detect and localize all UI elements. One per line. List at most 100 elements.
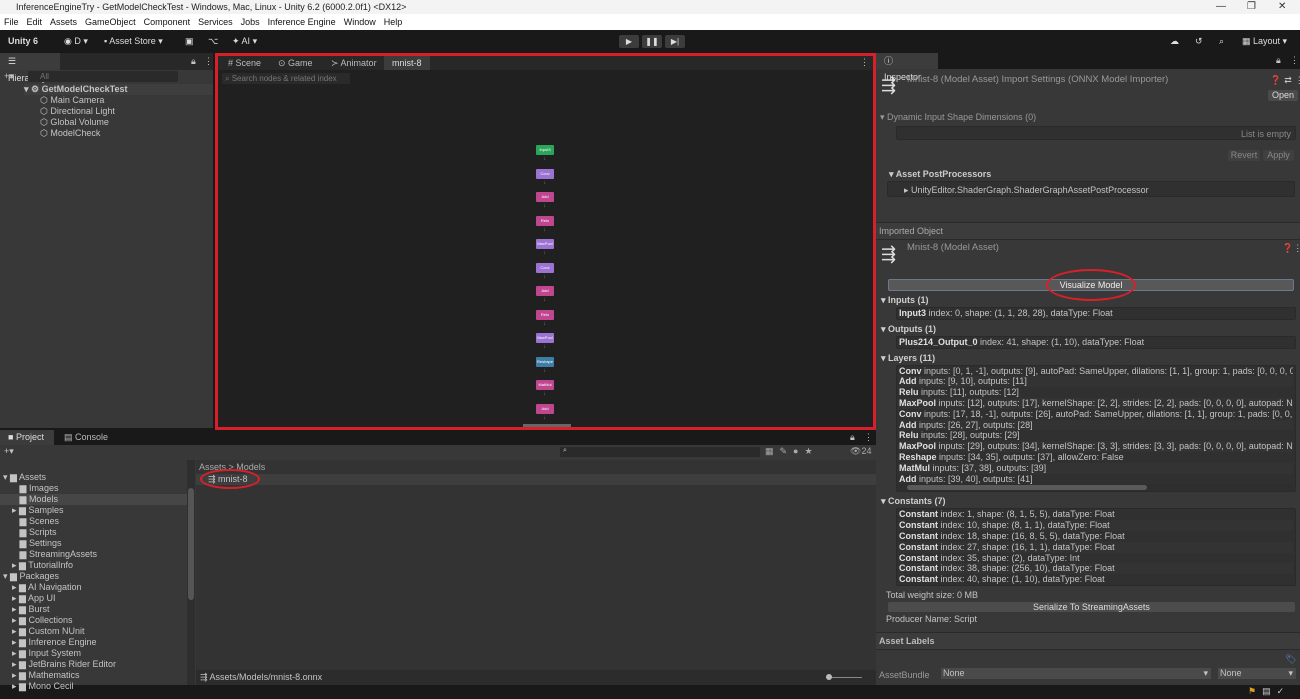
lock-icon[interactable]: 🔒︎ bbox=[850, 432, 855, 443]
tab-mnist-8[interactable]: mnist-8 bbox=[384, 56, 430, 70]
maximize-button[interactable]: ❐ bbox=[1247, 0, 1256, 14]
label-tag-icon[interactable]: 🏷︎ bbox=[1285, 654, 1296, 665]
folder-item[interactable]: ▸ ▆ App UI bbox=[0, 593, 187, 604]
zoom-slider[interactable] bbox=[826, 674, 862, 680]
project-filter-icons[interactable]: ▦✎●★ bbox=[765, 446, 819, 457]
input-foldout[interactable]: ▾ Inputs (1) bbox=[876, 293, 1300, 307]
apply-button[interactable]: Apply bbox=[1263, 150, 1294, 161]
more-icon[interactable]: ⋮ bbox=[860, 57, 869, 68]
expand-arrow[interactable]: ▸ bbox=[12, 560, 19, 570]
graph-node-maxpool[interactable]: MaxPool bbox=[536, 333, 554, 343]
foldout-arrow[interactable]: ▾ bbox=[881, 496, 888, 506]
cloud-icon[interactable]: ☁ bbox=[1170, 30, 1179, 52]
postprocessors-foldout[interactable]: ▾ Asset PostProcessors bbox=[889, 169, 991, 180]
assetbundle-dropdown[interactable]: None ▾ bbox=[941, 668, 1211, 679]
asset-store-dropdown[interactable]: ▪ Asset Store ▾ bbox=[104, 30, 163, 52]
history-icon[interactable]: ↺ bbox=[1195, 30, 1203, 52]
play-button[interactable]: ▶ bbox=[619, 35, 639, 48]
header-icons[interactable]: ❓⇄⋮ bbox=[1270, 75, 1300, 86]
more-icon[interactable]: ⋮ bbox=[204, 56, 213, 67]
expand-arrow[interactable]: ▸ bbox=[12, 681, 19, 691]
menu-item-inference-engine[interactable]: Inference Engine bbox=[268, 17, 336, 27]
expand-arrow[interactable] bbox=[12, 527, 20, 537]
project-search-input[interactable]: ⌕ bbox=[560, 447, 760, 457]
folder-item[interactable]: ▆ StreamingAssets bbox=[0, 549, 187, 560]
folder-item[interactable]: ▸ ▆ Input System bbox=[0, 648, 187, 659]
expand-arrow[interactable]: ▸ bbox=[12, 593, 19, 603]
more-icon[interactable]: ⋮ bbox=[1290, 55, 1299, 66]
close-button[interactable]: ✕ bbox=[1278, 0, 1286, 14]
expand-arrow[interactable]: ▸ bbox=[12, 670, 19, 680]
menu-item-gameobject[interactable]: GameObject bbox=[85, 17, 136, 27]
variant-dropdown[interactable]: None ▾ bbox=[1218, 668, 1296, 679]
menu-item-jobs[interactable]: Jobs bbox=[241, 17, 260, 27]
expand-arrow[interactable]: ▸ bbox=[12, 626, 19, 636]
output-foldout[interactable]: ▾ Outputs (1) bbox=[876, 322, 1300, 336]
status-icons[interactable]: ⚑▤✓ bbox=[1248, 686, 1290, 697]
graph-node-conv[interactable]: Conv bbox=[536, 168, 554, 179]
hierarchy-item[interactable]: ⬡ Main Camera bbox=[24, 95, 213, 106]
folder-item[interactable]: ▆ Scripts bbox=[0, 527, 187, 538]
foldout-arrow[interactable]: ▾ bbox=[881, 353, 888, 363]
menu-item-component[interactable]: Component bbox=[144, 17, 191, 27]
menu-item-edit[interactable]: Edit bbox=[27, 17, 43, 27]
tab-hierarchy[interactable]: ☰ Hierarchy bbox=[0, 53, 60, 83]
node-search-input[interactable]: ⌕ Search nodes & related index bbox=[222, 73, 350, 84]
dynamic-dims-foldout[interactable]: ▾ Dynamic Input Shape Dimensions (0) bbox=[880, 112, 1036, 123]
open-button[interactable]: Open bbox=[1268, 90, 1298, 101]
scene-item[interactable]: ▾ ⚙ GetModelCheckTest bbox=[24, 84, 213, 95]
step-button[interactable]: ▶| bbox=[665, 35, 685, 48]
hierarchy-item[interactable]: ⬡ ModelCheck bbox=[24, 128, 213, 139]
expand-arrow[interactable]: ▸ bbox=[12, 505, 19, 515]
graph-node-maxpool[interactable]: MaxPool bbox=[536, 239, 554, 249]
expand-arrow[interactable]: ▾ bbox=[3, 571, 10, 581]
expand-arrow[interactable] bbox=[12, 483, 20, 493]
revert-button[interactable]: Revert bbox=[1228, 150, 1260, 161]
folder-item[interactable]: ▸ ▆ Samples bbox=[0, 505, 187, 516]
layers-horizontal-scrollbar[interactable] bbox=[899, 484, 1293, 492]
folder-item[interactable]: ▸ ▆ Collections bbox=[0, 615, 187, 626]
expand-arrow[interactable]: ▸ bbox=[12, 659, 19, 669]
folder-item[interactable]: ▸ ▆ Inference Engine bbox=[0, 637, 187, 648]
folder-item[interactable]: ▸ ▆ AI Navigation bbox=[0, 582, 187, 593]
expand-arrow[interactable] bbox=[12, 538, 20, 548]
graph-node-relu[interactable]: Relu bbox=[536, 215, 554, 226]
graph-node-add[interactable]: Add bbox=[536, 403, 554, 414]
layout-dropdown[interactable]: ▦ Layout ▾ bbox=[1242, 30, 1287, 52]
lock-icon[interactable]: 🔒︎ bbox=[1276, 55, 1281, 66]
graph-node-conv[interactable]: Conv bbox=[536, 262, 554, 273]
tab-game[interactable]: ⊙ Game bbox=[270, 56, 321, 70]
pause-button[interactable]: ❚❚ bbox=[642, 35, 662, 48]
file-item-mnist-8[interactable]: ⇶ mnist-8 bbox=[196, 474, 876, 485]
graph-node-add[interactable]: Add bbox=[536, 286, 554, 296]
tab-animator[interactable]: ≻ Animator bbox=[323, 56, 385, 70]
expand-arrow[interactable]: ▸ bbox=[12, 637, 19, 647]
package-icon[interactable]: ▣ bbox=[185, 30, 194, 52]
menu-item-file[interactable]: File bbox=[4, 17, 19, 27]
folder-scrollbar[interactable] bbox=[187, 460, 195, 685]
menu-item-window[interactable]: Window bbox=[344, 17, 376, 27]
search-icon[interactable]: ⌕ bbox=[1219, 30, 1224, 52]
help-more-icons[interactable]: ❓⋮ bbox=[1282, 243, 1300, 254]
folder-item[interactable]: ▆ Settings bbox=[0, 538, 187, 549]
constant-foldout[interactable]: ▾ Constants (7) bbox=[876, 494, 1300, 508]
foldout-arrow[interactable]: ▾ bbox=[881, 295, 888, 305]
hierarchy-item[interactable]: ⬡ Directional Light bbox=[24, 106, 213, 117]
graph-node-input3[interactable]: Input3 bbox=[536, 145, 554, 155]
graph-node-reshape[interactable]: Reshape bbox=[536, 356, 554, 367]
expand-arrow[interactable]: ▸ bbox=[12, 604, 19, 614]
folder-item[interactable]: ▾ ▆ Packages bbox=[0, 571, 187, 582]
folder-item[interactable]: ▆ Images bbox=[0, 483, 187, 494]
graph-node-relu[interactable]: Relu bbox=[536, 309, 554, 320]
menu-item-services[interactable]: Services bbox=[198, 17, 233, 27]
folder-item[interactable]: ▾ ▆ Assets bbox=[0, 472, 187, 483]
lock-icon[interactable]: 🔒︎ bbox=[191, 56, 196, 67]
minimize-button[interactable]: — bbox=[1216, 0, 1226, 14]
folder-item[interactable]: ▸ ▆ Mono Cecil bbox=[0, 681, 187, 692]
foldout-arrow[interactable]: ▾ bbox=[881, 324, 888, 334]
serialize-button[interactable]: Serialize To StreamingAssets bbox=[888, 601, 1295, 612]
hierarchy-item[interactable]: ⬡ Global Volume bbox=[24, 117, 213, 128]
folder-item[interactable]: ▸ ▆ Mathematics bbox=[0, 670, 187, 681]
expand-arrow[interactable] bbox=[12, 516, 20, 526]
breadcrumb[interactable]: Assets > Models bbox=[196, 460, 876, 474]
